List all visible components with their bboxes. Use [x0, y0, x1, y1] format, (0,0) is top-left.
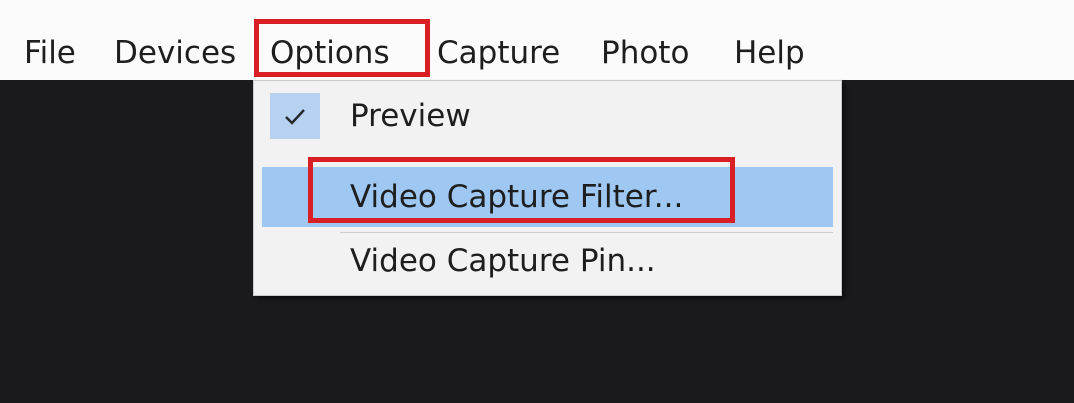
- menu-item-preview[interactable]: Preview: [262, 86, 833, 146]
- menu-photo[interactable]: Photo: [601, 30, 689, 76]
- menu-bar: File Devices Options Capture Photo Help: [0, 0, 1074, 80]
- menu-item-label: Preview: [350, 98, 471, 134]
- menu-item-label: Video Capture Pin...: [350, 243, 656, 279]
- menu-capture[interactable]: Capture: [437, 30, 560, 76]
- menu-item-label: Video Capture Filter...: [350, 179, 684, 215]
- menu-item-video-capture-pin[interactable]: Video Capture Pin...: [262, 231, 833, 291]
- menu-item-video-capture-filter[interactable]: Video Capture Filter...: [262, 167, 833, 227]
- menu-file[interactable]: File: [24, 30, 76, 76]
- check-icon: [270, 93, 320, 139]
- menu-help[interactable]: Help: [734, 30, 805, 76]
- menu-devices[interactable]: Devices: [114, 30, 236, 76]
- menu-options[interactable]: Options: [270, 30, 390, 76]
- options-dropdown-menu: Preview Video Capture Filter... Video Ca…: [253, 80, 842, 296]
